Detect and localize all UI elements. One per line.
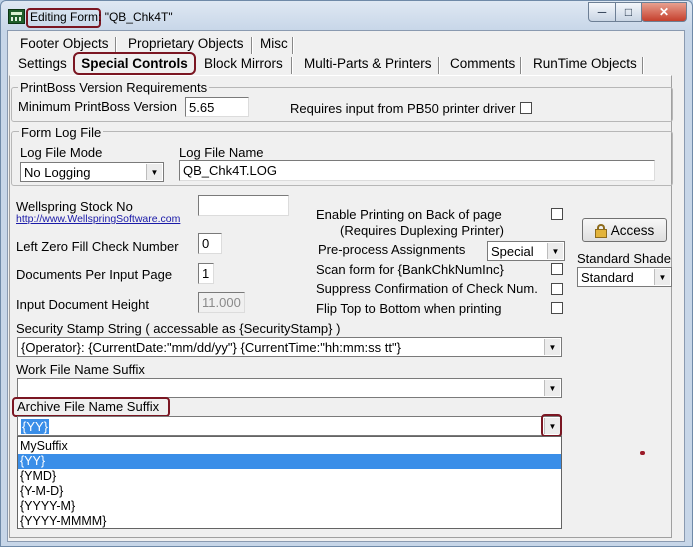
dropdown-option-mysuffix[interactable]: MySuffix — [18, 439, 561, 454]
security-stamp-value: {Operator}: {CurrentDate:"mm/dd/yy"} {Cu… — [21, 340, 401, 355]
input-doc-height-label: Input Document Height — [16, 297, 149, 312]
requires-pb50-checkbox[interactable] — [520, 102, 532, 114]
chevron-down-icon[interactable]: ▼ — [544, 339, 560, 355]
suppress-confirmation-label: Suppress Confirmation of Check Num. — [316, 281, 538, 296]
scan-form-checkbox[interactable] — [551, 263, 563, 275]
dropdown-option-ymd[interactable]: {YMD} — [18, 469, 561, 484]
enable-back-printing-checkbox[interactable] — [551, 208, 563, 220]
tab-separator — [520, 57, 522, 74]
work-suffix-label: Work File Name Suffix — [16, 362, 145, 377]
version-requirements-title: PrintBoss Version Requirements — [18, 80, 210, 95]
archive-suffix-dropdown-list[interactable]: MySuffix {YY} {YMD} {Y-M-D} {YYYY-M} {YY… — [17, 436, 562, 529]
standard-shade-label: Standard Shade — [577, 251, 671, 266]
tab-misc[interactable]: Misc — [256, 34, 292, 54]
dropdown-option-yyyy-m[interactable]: {YYYY-M} — [18, 499, 561, 514]
tab-separator — [438, 57, 440, 74]
tab-separator — [642, 57, 644, 74]
close-button[interactable]: ✕ — [641, 2, 687, 22]
chevron-down-icon[interactable]: ▼ — [544, 380, 560, 396]
dropdown-option-yyyy-mmmm[interactable]: {YYYY-MMMM} — [18, 514, 561, 529]
close-icon: ✕ — [658, 5, 670, 19]
printboss-app-icon — [8, 9, 25, 24]
wellspring-stock-label: Wellspring Stock No — [16, 199, 133, 214]
dropdown-option-yy[interactable]: {YY} — [18, 454, 561, 469]
min-version-input[interactable]: 5.65 — [185, 97, 249, 117]
tab-proprietary-objects[interactable]: Proprietary Objects — [124, 34, 248, 54]
preprocess-assignments-select[interactable]: Special ▼ — [487, 241, 565, 261]
archive-suffix-label: Archive File Name Suffix — [17, 399, 160, 414]
scan-form-label: Scan form for {BankChkNumInc} — [316, 262, 504, 277]
title-bar[interactable]: Editing Form: "QB_Chk4T" ─ □ ✕ — [1, 1, 692, 31]
chevron-down-icon[interactable]: ▼ — [654, 269, 670, 285]
chevron-down-icon[interactable]: ▼ — [146, 164, 162, 180]
standard-shade-value: Standard — [581, 270, 634, 285]
dropdown-arrow-highlight-outline — [541, 414, 562, 437]
preprocess-assignments-value: Special — [491, 244, 534, 259]
requires-pb50-label: Requires input from PB50 printer driver — [290, 101, 516, 116]
chevron-down-icon[interactable]: ▼ — [547, 243, 563, 259]
minimize-icon: ─ — [597, 5, 607, 19]
access-button-label: Access — [610, 222, 655, 238]
tab-comments[interactable]: Comments — [446, 54, 519, 74]
zero-fill-input[interactable]: 0 — [198, 233, 222, 254]
form-log-file-title: Form Log File — [19, 125, 104, 140]
wellspring-stock-input[interactable] — [198, 195, 289, 216]
tab-settings[interactable]: Settings — [14, 54, 71, 74]
work-suffix-combo[interactable]: ▼ — [17, 378, 562, 398]
preprocess-assignments-label: Pre-process Assignments — [318, 242, 466, 257]
archive-suffix-combo[interactable]: {YY} ▼ — [17, 416, 562, 436]
standard-shade-select[interactable]: Standard ▼ — [577, 267, 672, 287]
tab-block-mirrors[interactable]: Block Mirrors — [200, 54, 287, 74]
access-button[interactable]: Access — [582, 218, 667, 242]
log-file-mode-value: No Logging — [24, 165, 91, 180]
lock-icon — [594, 224, 607, 238]
tab-separator — [251, 37, 253, 54]
window-title: Editing Form: "QB_Chk4T" — [30, 10, 173, 24]
tab-footer-objects[interactable]: Footer Objects — [16, 34, 113, 54]
maximize-icon: □ — [624, 5, 633, 19]
log-file-mode-select[interactable]: No Logging ▼ — [20, 162, 164, 182]
tab-special-controls[interactable]: Special Controls — [73, 52, 196, 75]
archive-suffix-value: {YY} — [21, 419, 50, 434]
zero-fill-label: Left Zero Fill Check Number — [16, 239, 179, 254]
maximize-button[interactable]: □ — [615, 2, 642, 22]
flip-top-bottom-checkbox[interactable] — [551, 302, 563, 314]
log-file-name-label: Log File Name — [179, 145, 264, 160]
requires-duplexing-note: (Requires Duplexing Printer) — [340, 223, 505, 238]
tab-separator — [292, 37, 294, 54]
flip-top-bottom-label: Flip Top to Bottom when printing — [316, 301, 502, 316]
suppress-confirmation-checkbox[interactable] — [551, 283, 563, 295]
min-version-label: Minimum PrintBoss Version — [18, 99, 177, 114]
input-doc-height-input: 11.000 — [198, 292, 245, 313]
docs-per-page-input[interactable]: 1 — [198, 263, 214, 284]
tab-multi-parts-printers[interactable]: Multi-Parts & Printers — [300, 54, 436, 74]
annotation-dot — [640, 451, 645, 455]
dropdown-option-y-m-d[interactable]: {Y-M-D} — [18, 484, 561, 499]
docs-per-page-label: Documents Per Input Page — [16, 267, 173, 282]
security-stamp-label: Security Stamp String ( accessable as {S… — [16, 321, 341, 336]
log-file-mode-label: Log File Mode — [20, 145, 103, 160]
tab-runtime-objects[interactable]: RunTime Objects — [529, 54, 641, 74]
security-stamp-combo[interactable]: {Operator}: {CurrentDate:"mm/dd/yy"} {Cu… — [17, 337, 562, 357]
enable-back-printing-label: Enable Printing on Back of page — [316, 207, 502, 222]
wellspring-website-link[interactable]: http://www.WellspringSoftware.com — [16, 213, 180, 225]
log-file-name-input[interactable]: QB_Chk4T.LOG — [179, 160, 655, 181]
minimize-button[interactable]: ─ — [588, 2, 616, 22]
tab-separator — [291, 57, 293, 74]
